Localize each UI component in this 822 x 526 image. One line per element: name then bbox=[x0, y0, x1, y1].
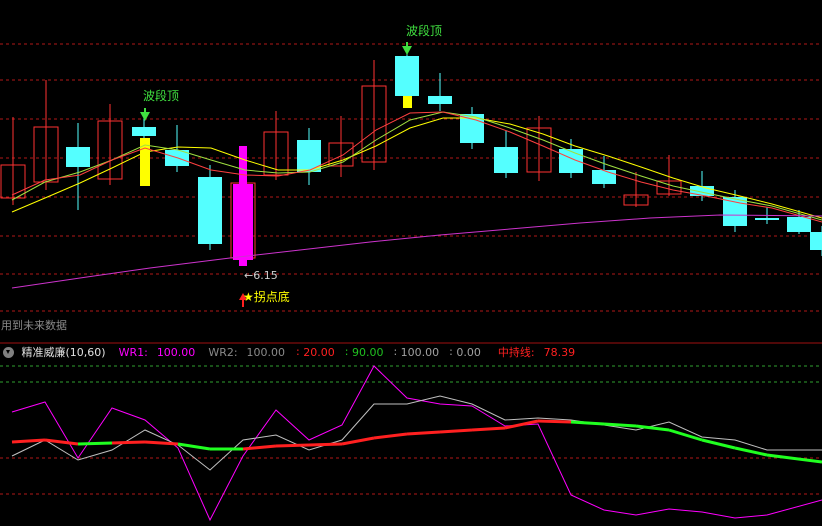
middle-line-segment bbox=[111, 440, 146, 445]
signal-bar-yellow bbox=[403, 96, 412, 108]
candle-body bbox=[810, 232, 822, 250]
middle-line-label: 中持线: bbox=[497, 346, 535, 359]
candle-body bbox=[755, 218, 779, 220]
middle-line-segment bbox=[537, 419, 572, 424]
middle-line-segment bbox=[734, 446, 768, 457]
candle-body bbox=[66, 147, 90, 167]
middle-line-segment bbox=[635, 424, 670, 432]
wr1-value: 100.00 bbox=[156, 345, 196, 359]
candle-body bbox=[690, 186, 714, 196]
indicator-header: 精准威廉(10,60) WR1: 100.00 WR2: 100.00 : 20… bbox=[0, 344, 822, 362]
future-data-note: 用到未来数据 bbox=[1, 319, 67, 332]
level-0: : 0.00 bbox=[449, 345, 481, 359]
middle-line-value: 78.39 bbox=[543, 345, 576, 359]
middle-line-segment bbox=[406, 430, 441, 436]
middle-line-segment bbox=[701, 438, 736, 450]
middle-line-segment bbox=[275, 443, 310, 448]
candle-body bbox=[559, 149, 583, 173]
candle-body bbox=[592, 170, 616, 184]
signal-bar-magenta bbox=[239, 146, 247, 266]
level-100: : 100.00 bbox=[393, 345, 440, 359]
middle-line-segment bbox=[144, 440, 179, 446]
middle-line-segment bbox=[242, 444, 277, 451]
level-20: : 20.00 bbox=[296, 345, 335, 359]
candle-body bbox=[428, 96, 452, 104]
candle-body bbox=[787, 217, 811, 232]
wr1-label: WR1: bbox=[118, 345, 148, 359]
wr2-label: WR2: bbox=[208, 345, 238, 359]
middle-line-segment bbox=[603, 422, 637, 428]
candle-body bbox=[395, 56, 419, 96]
wave-top-label: 波段顶 bbox=[143, 88, 179, 103]
collapse-indicator-icon[interactable] bbox=[3, 346, 14, 358]
ma-line-purple bbox=[11, 214, 822, 289]
middle-line-segment bbox=[11, 438, 46, 444]
indicator-name[interactable]: 精准威廉(10,60) bbox=[22, 344, 106, 360]
middle-line-segment bbox=[77, 441, 113, 446]
low-price-label: ←6.15 bbox=[244, 269, 278, 282]
middle-line-segment bbox=[471, 426, 506, 432]
middle-line-segment bbox=[341, 436, 375, 446]
middle-line-segment bbox=[439, 428, 473, 434]
candlestick-chart[interactable]: 波段顶波段顶←6.15★拐点底 bbox=[0, 0, 822, 526]
middle-line-segment bbox=[308, 442, 343, 447]
candle-body bbox=[132, 127, 156, 136]
candle-body bbox=[494, 147, 518, 173]
wr2-value: 100.00 bbox=[246, 345, 286, 359]
middle-line-segment bbox=[570, 420, 605, 426]
candle-body bbox=[297, 140, 321, 172]
middle-line-segment bbox=[373, 432, 408, 440]
turn-bottom-label: ★拐点底 bbox=[243, 289, 290, 304]
wave-top-label: 波段顶 bbox=[406, 23, 442, 38]
candle-body bbox=[723, 197, 747, 226]
level-90: : 90.00 bbox=[344, 345, 384, 359]
candle-body bbox=[198, 177, 222, 244]
